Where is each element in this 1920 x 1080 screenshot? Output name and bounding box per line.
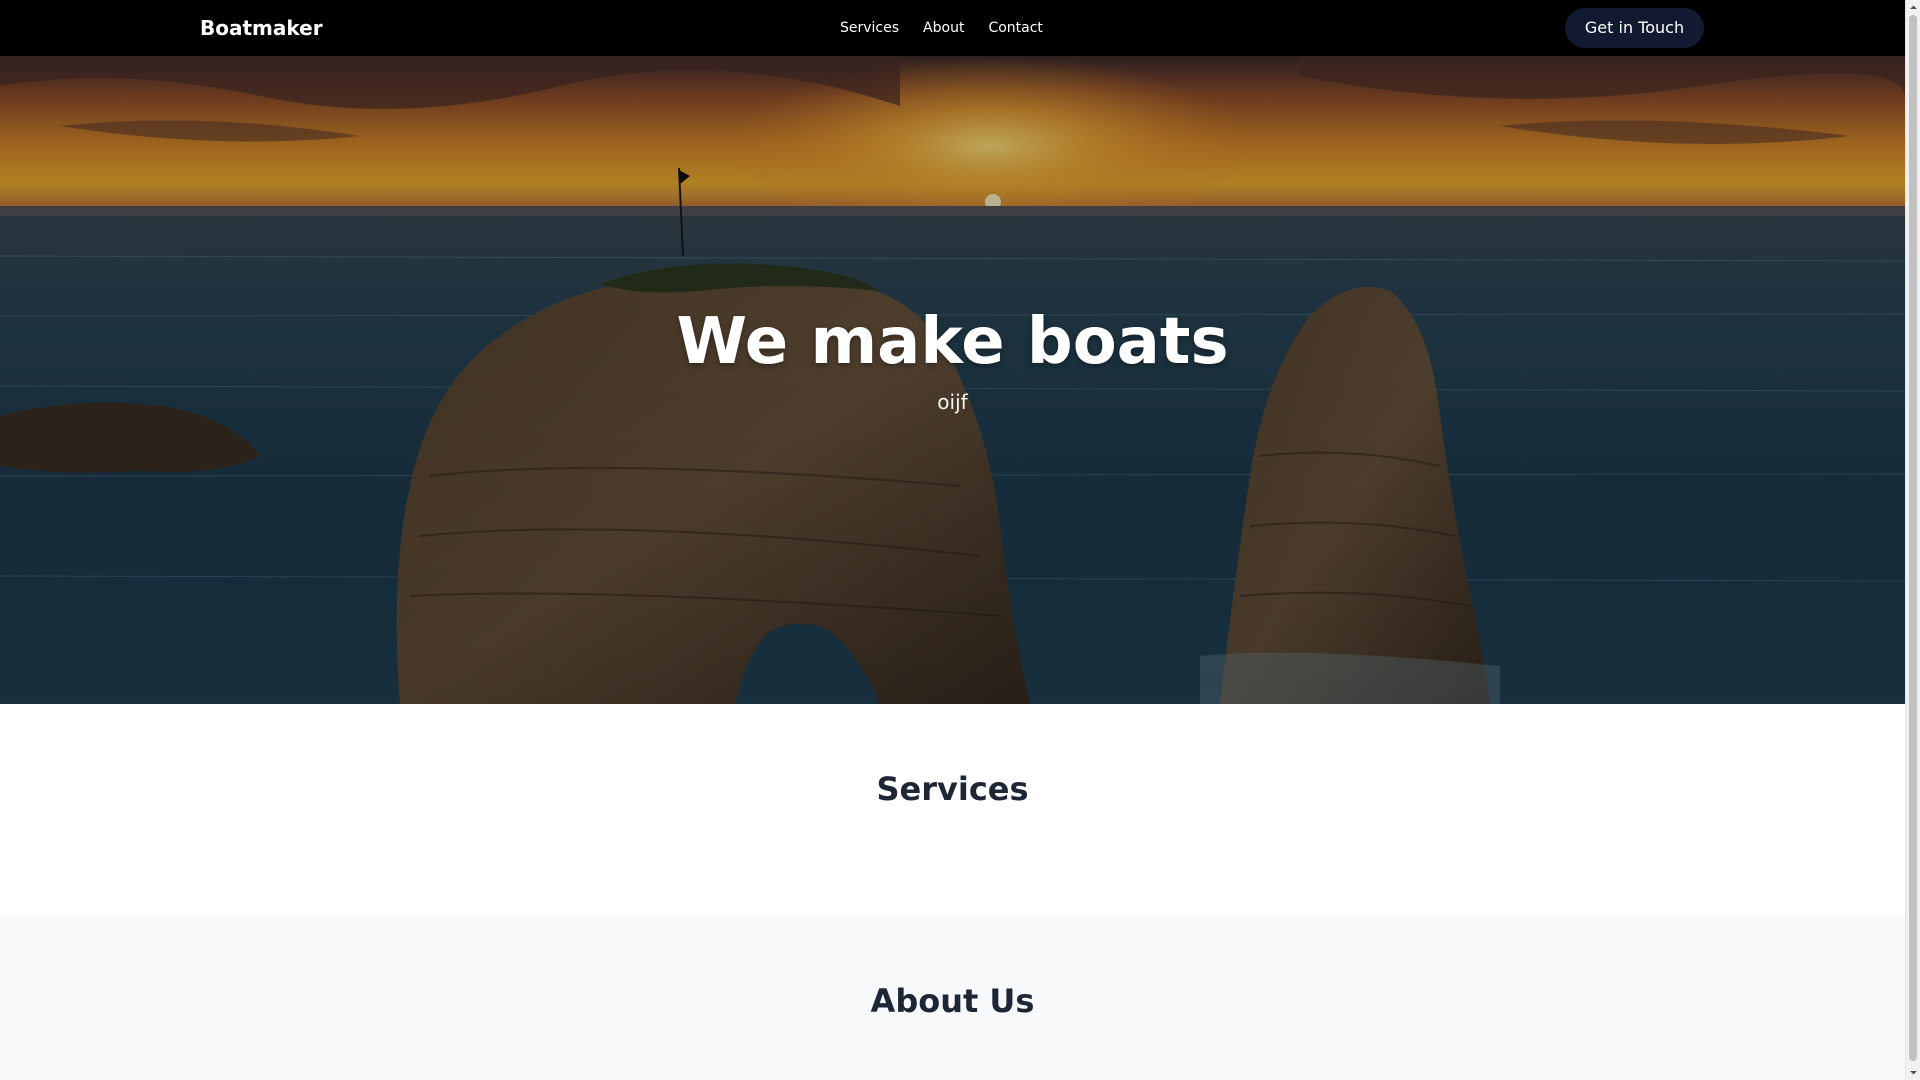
navbar: Boatmaker Services About Contact Get in … (0, 0, 1905, 56)
vertical-scrollbar[interactable] (1905, 0, 1920, 1080)
hero-background-image (0, 56, 1905, 704)
page: Boatmaker Services About Contact Get in … (0, 0, 1905, 1080)
about-section: About Us (0, 916, 1905, 1080)
hero-subtitle: oijf (937, 390, 968, 414)
get-in-touch-button[interactable]: Get in Touch (1565, 8, 1704, 48)
services-section: Services (0, 704, 1905, 916)
hero-title: We make boats (676, 305, 1229, 379)
nav-link-contact[interactable]: Contact (988, 17, 1042, 39)
scroll-down-arrow-icon[interactable] (1906, 1065, 1920, 1080)
nav-link-about[interactable]: About (923, 17, 964, 39)
hero-section: We make boats oijf (0, 56, 1905, 704)
scroll-up-arrow-icon[interactable] (1906, 0, 1920, 15)
nav-link-services[interactable]: Services (840, 17, 899, 39)
about-heading: About Us (870, 982, 1035, 1020)
nav-links: Services About Contact (840, 17, 1043, 39)
services-heading: Services (876, 770, 1029, 808)
brand-logo[interactable]: Boatmaker (200, 14, 323, 42)
scrollbar-thumb[interactable] (1909, 15, 1917, 1061)
